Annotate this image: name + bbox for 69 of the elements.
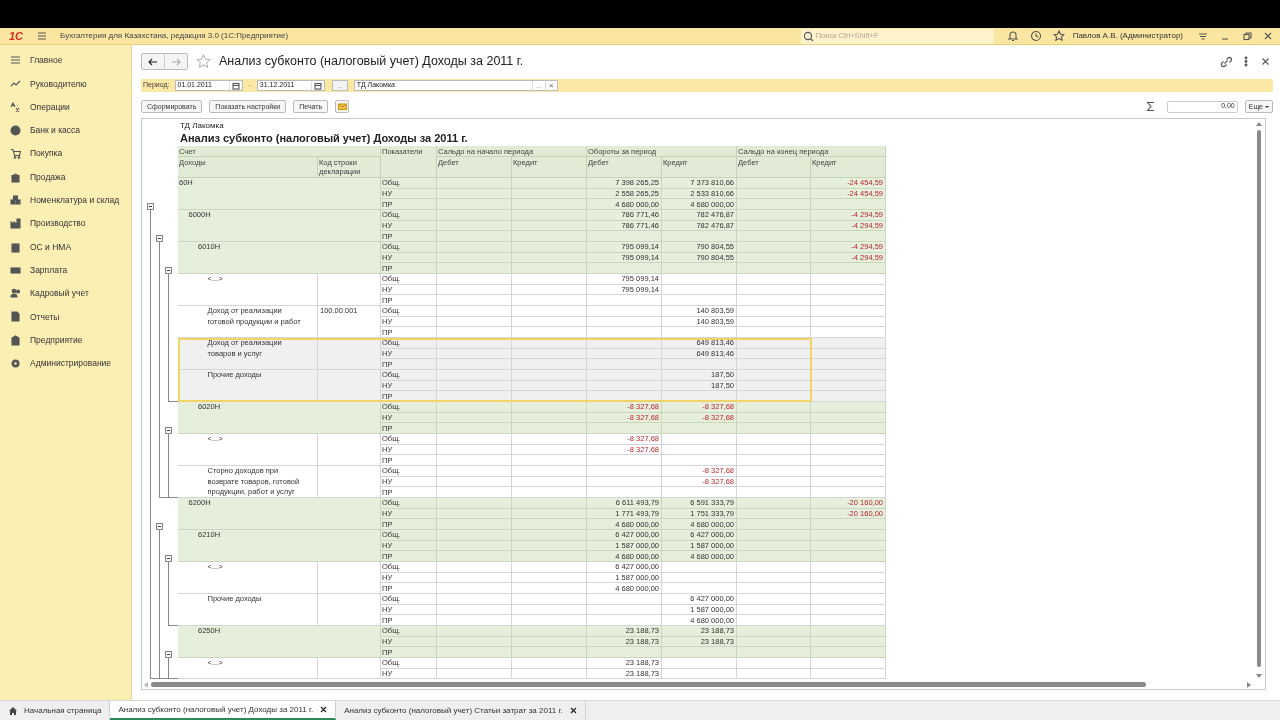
- bell-icon[interactable]: [1006, 30, 1019, 42]
- letters-icon: [10, 101, 21, 113]
- close-icon[interactable]: [1261, 57, 1270, 66]
- app-logo: 1С: [9, 30, 24, 42]
- sidebar-item[interactable]: Банк и касса: [0, 118, 131, 143]
- sidebar-item[interactable]: Номенклатура и склад: [0, 188, 131, 213]
- sidebar-item[interactable]: Руководителю: [0, 72, 131, 96]
- user-name[interactable]: Павлов А.В. (Администратор): [1072, 30, 1183, 42]
- collapse-icon[interactable]: [165, 555, 172, 562]
- home-icon: [8, 705, 18, 716]
- building-icon: [10, 334, 21, 346]
- more-icon[interactable]: [1244, 56, 1248, 67]
- sidebar-item[interactable]: Администрирование: [0, 351, 131, 376]
- gear-icon: [10, 358, 21, 369]
- sidebar-item[interactable]: Зарплата: [0, 258, 131, 282]
- money-icon: [10, 264, 21, 276]
- window-tab[interactable]: Анализ субконто (налоговый учет) Доходы за 2011 г.: [110, 701, 337, 720]
- close-icon[interactable]: [1263, 31, 1273, 41]
- factory-icon: [10, 218, 21, 230]
- cart-icon: [10, 148, 21, 160]
- sidebar-item[interactable]: Покупка: [0, 142, 131, 166]
- collapse-icon[interactable]: [165, 267, 172, 274]
- collapse-icon[interactable]: [156, 235, 163, 242]
- bag-icon: [10, 171, 21, 183]
- report-organization: ТД Лакомка: [180, 120, 224, 131]
- scroll-up-icon[interactable]: [1255, 122, 1262, 126]
- people-icon: [10, 288, 21, 300]
- restore-icon[interactable]: [1242, 31, 1252, 41]
- scroll-right-icon[interactable]: [1247, 681, 1251, 688]
- app-title: Бухгалтерия для Казахстана, редакция 3.0 (1С:Предприятие): [60, 30, 289, 42]
- sidebar-item[interactable]: Операции: [0, 95, 131, 119]
- close-icon[interactable]: [569, 707, 577, 714]
- forward-arrow-icon: [171, 56, 181, 67]
- search-icon: [802, 30, 814, 42]
- sum-icon: [1145, 101, 1156, 112]
- scroll-down-icon[interactable]: [1255, 674, 1262, 678]
- link-icon[interactable]: [1220, 55, 1232, 68]
- calendar-icon[interactable]: [231, 81, 240, 90]
- collapse-icon[interactable]: [156, 523, 163, 530]
- boxes-icon: [10, 194, 21, 206]
- sidebar-item[interactable]: Производство: [0, 212, 131, 236]
- star-icon[interactable]: [1052, 30, 1065, 42]
- sidebar-item[interactable]: ОС и НМА: [0, 235, 131, 259]
- sidebar-item[interactable]: Продажа: [0, 165, 131, 189]
- clear-button[interactable]: ×: [544, 81, 557, 90]
- scrollbar-thumb[interactable]: [151, 682, 1146, 687]
- collapse-icon[interactable]: [165, 651, 172, 658]
- window-tab[interactable]: Анализ субконто (налоговый учет) Статьи затрат за 2011 г.: [336, 701, 586, 720]
- form-title: Анализ субконто (налоговый учет) Доходы за 2011 г.: [219, 53, 524, 71]
- scrollbar-thumb[interactable]: [1256, 130, 1261, 667]
- sidebar-item[interactable]: Кадровый учет: [0, 281, 131, 306]
- mail-button[interactable]: [335, 100, 350, 113]
- coin-icon: [10, 125, 21, 137]
- sidebar-item[interactable]: Главное: [0, 49, 131, 73]
- document-icon: [10, 311, 21, 323]
- sidebar-item[interactable]: Предприятие: [0, 328, 131, 352]
- star-icon[interactable]: [196, 54, 211, 69]
- building-icon: [10, 241, 21, 253]
- collapse-icon[interactable]: [165, 427, 172, 434]
- report-title: Анализ субконто (налоговый учет) Доходы за 2011 г.: [180, 131, 468, 146]
- list-icon: [10, 55, 21, 67]
- collapse-icon[interactable]: [147, 203, 154, 210]
- sidebar-item[interactable]: Отчеты: [0, 305, 131, 329]
- history-icon[interactable]: [1029, 30, 1042, 42]
- calendar-icon[interactable]: [313, 81, 322, 90]
- close-icon[interactable]: [320, 706, 328, 713]
- envelope-icon: [337, 102, 347, 111]
- menu-icon[interactable]: [1198, 31, 1208, 41]
- back-arrow-icon: [148, 56, 158, 67]
